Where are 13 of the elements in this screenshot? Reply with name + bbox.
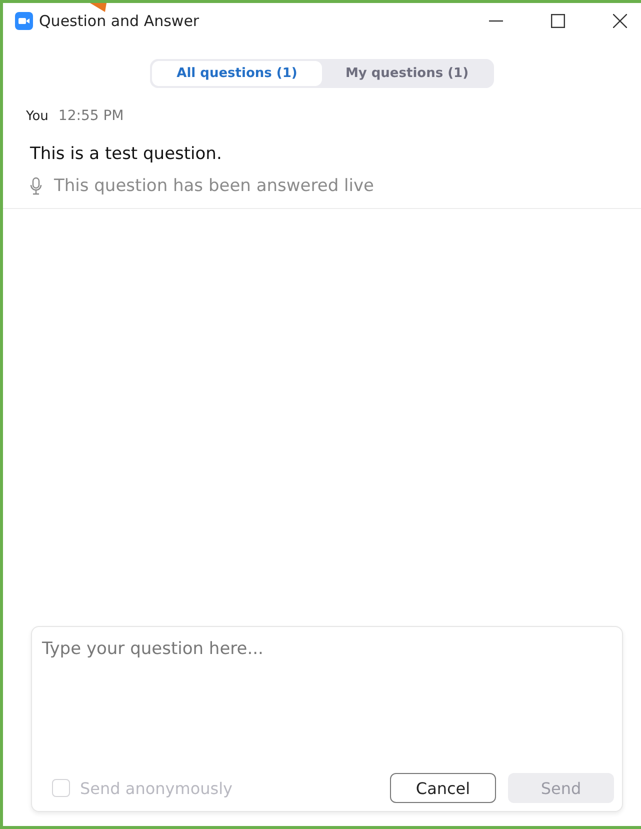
answer-status: This question has been answered live <box>54 176 374 196</box>
timestamp: 12:55 PM <box>58 108 124 124</box>
checkbox-label: Send anonymously <box>80 778 232 798</box>
tab[interactable]: My questions (1) <box>322 61 492 86</box>
cancel-button[interactable]: Cancel <box>390 773 496 803</box>
window-title: Question and Answer <box>39 12 200 30</box>
question-text: This is a test question. <box>29 144 223 164</box>
author-name: You <box>26 109 48 124</box>
microphone-icon <box>30 177 42 195</box>
close-icon[interactable] <box>613 14 627 28</box>
maximize-icon[interactable] <box>551 14 565 28</box>
video-camera-icon <box>15 12 33 30</box>
tab[interactable]: All questions (1) <box>152 61 322 86</box>
